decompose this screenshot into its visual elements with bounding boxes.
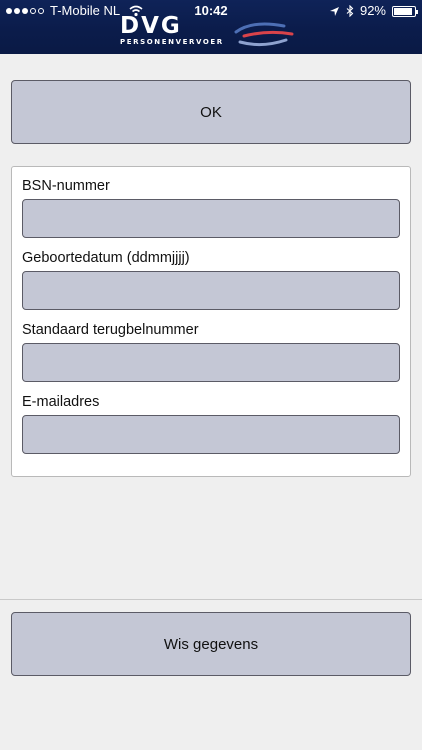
status-right: 92%	[329, 3, 418, 19]
ok-button[interactable]: OK	[11, 80, 411, 144]
logo-title: DVG	[120, 13, 182, 39]
callback-number-label: Standaard terugbelnummer	[22, 322, 199, 338]
logo-swoosh-icon	[234, 22, 294, 47]
birthdate-label: Geboortedatum (ddmmjjjj)	[22, 250, 190, 266]
logo-subtitle: PERSONENVERVOER	[120, 38, 224, 46]
email-input[interactable]	[22, 415, 400, 454]
battery-percentage: 92%	[359, 3, 386, 18]
signal-strength-icon	[6, 8, 44, 14]
bsn-input[interactable]	[22, 199, 400, 238]
email-label: E-mailadres	[22, 394, 100, 410]
birthdate-input[interactable]	[22, 271, 400, 310]
screen: T-Mobile NL 10:42 92% DVG PERSONENVERVOE…	[0, 0, 422, 750]
bsn-label: BSN-nummer	[22, 178, 110, 194]
bluetooth-icon	[346, 5, 354, 17]
callback-number-input[interactable]	[22, 343, 400, 382]
logo: DVG PERSONENVERVOER	[120, 14, 230, 47]
location-arrow-icon	[329, 6, 339, 16]
clear-data-button[interactable]: Wis gegevens	[11, 612, 411, 676]
app-header: T-Mobile NL 10:42 92% DVG PERSONENVERVOE…	[0, 0, 422, 54]
carrier-name: T-Mobile NL	[50, 3, 121, 18]
bottom-divider	[0, 599, 422, 600]
battery-icon	[392, 5, 418, 17]
form-panel: BSN-nummer Geboortedatum (ddmmjjjj) Stan…	[11, 166, 411, 477]
